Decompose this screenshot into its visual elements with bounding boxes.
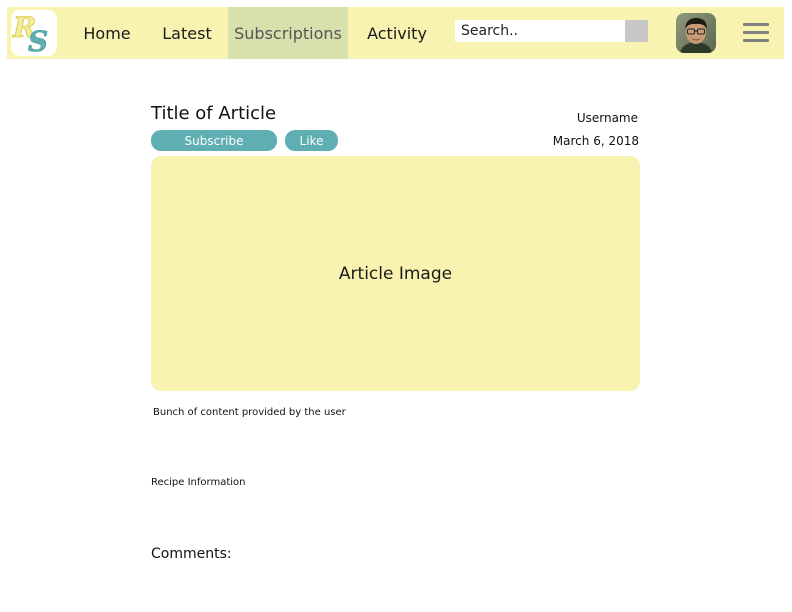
search-button[interactable]	[625, 20, 648, 42]
avatar[interactable]	[676, 13, 716, 53]
nav-home[interactable]: Home	[71, 7, 143, 59]
recipe-information: Recipe Information	[151, 477, 246, 488]
nav-latest[interactable]: Latest	[154, 7, 220, 59]
publish-date: March 6, 2018	[552, 134, 639, 148]
like-button[interactable]: Like	[285, 130, 338, 151]
nav-activity[interactable]: Activity	[357, 7, 437, 59]
author-username[interactable]: Username	[577, 111, 638, 125]
comments-heading: Comments:	[151, 546, 232, 562]
hamburger-menu-icon[interactable]	[743, 22, 769, 44]
avatar-photo	[676, 13, 716, 53]
menu-bar	[743, 31, 769, 34]
logo-icon: R S	[12, 11, 49, 56]
page: R S Home Latest Subscriptions Activity S…	[0, 0, 792, 612]
article-title: Title of Article	[151, 103, 277, 124]
menu-bar	[743, 39, 769, 42]
site-logo[interactable]: R S	[11, 10, 57, 56]
article-image-label: Article Image	[338, 263, 453, 284]
nav-subscriptions[interactable]: Subscriptions	[228, 7, 348, 59]
svg-text:S: S	[28, 25, 48, 56]
top-navbar: R S Home Latest Subscriptions Activity	[7, 7, 784, 59]
article-content: Bunch of content provided by the user	[153, 407, 346, 418]
search-input[interactable]	[455, 20, 631, 42]
subscribe-button[interactable]: Subscribe	[151, 130, 277, 151]
article-image: Article Image	[151, 156, 640, 391]
menu-bar	[743, 23, 769, 26]
